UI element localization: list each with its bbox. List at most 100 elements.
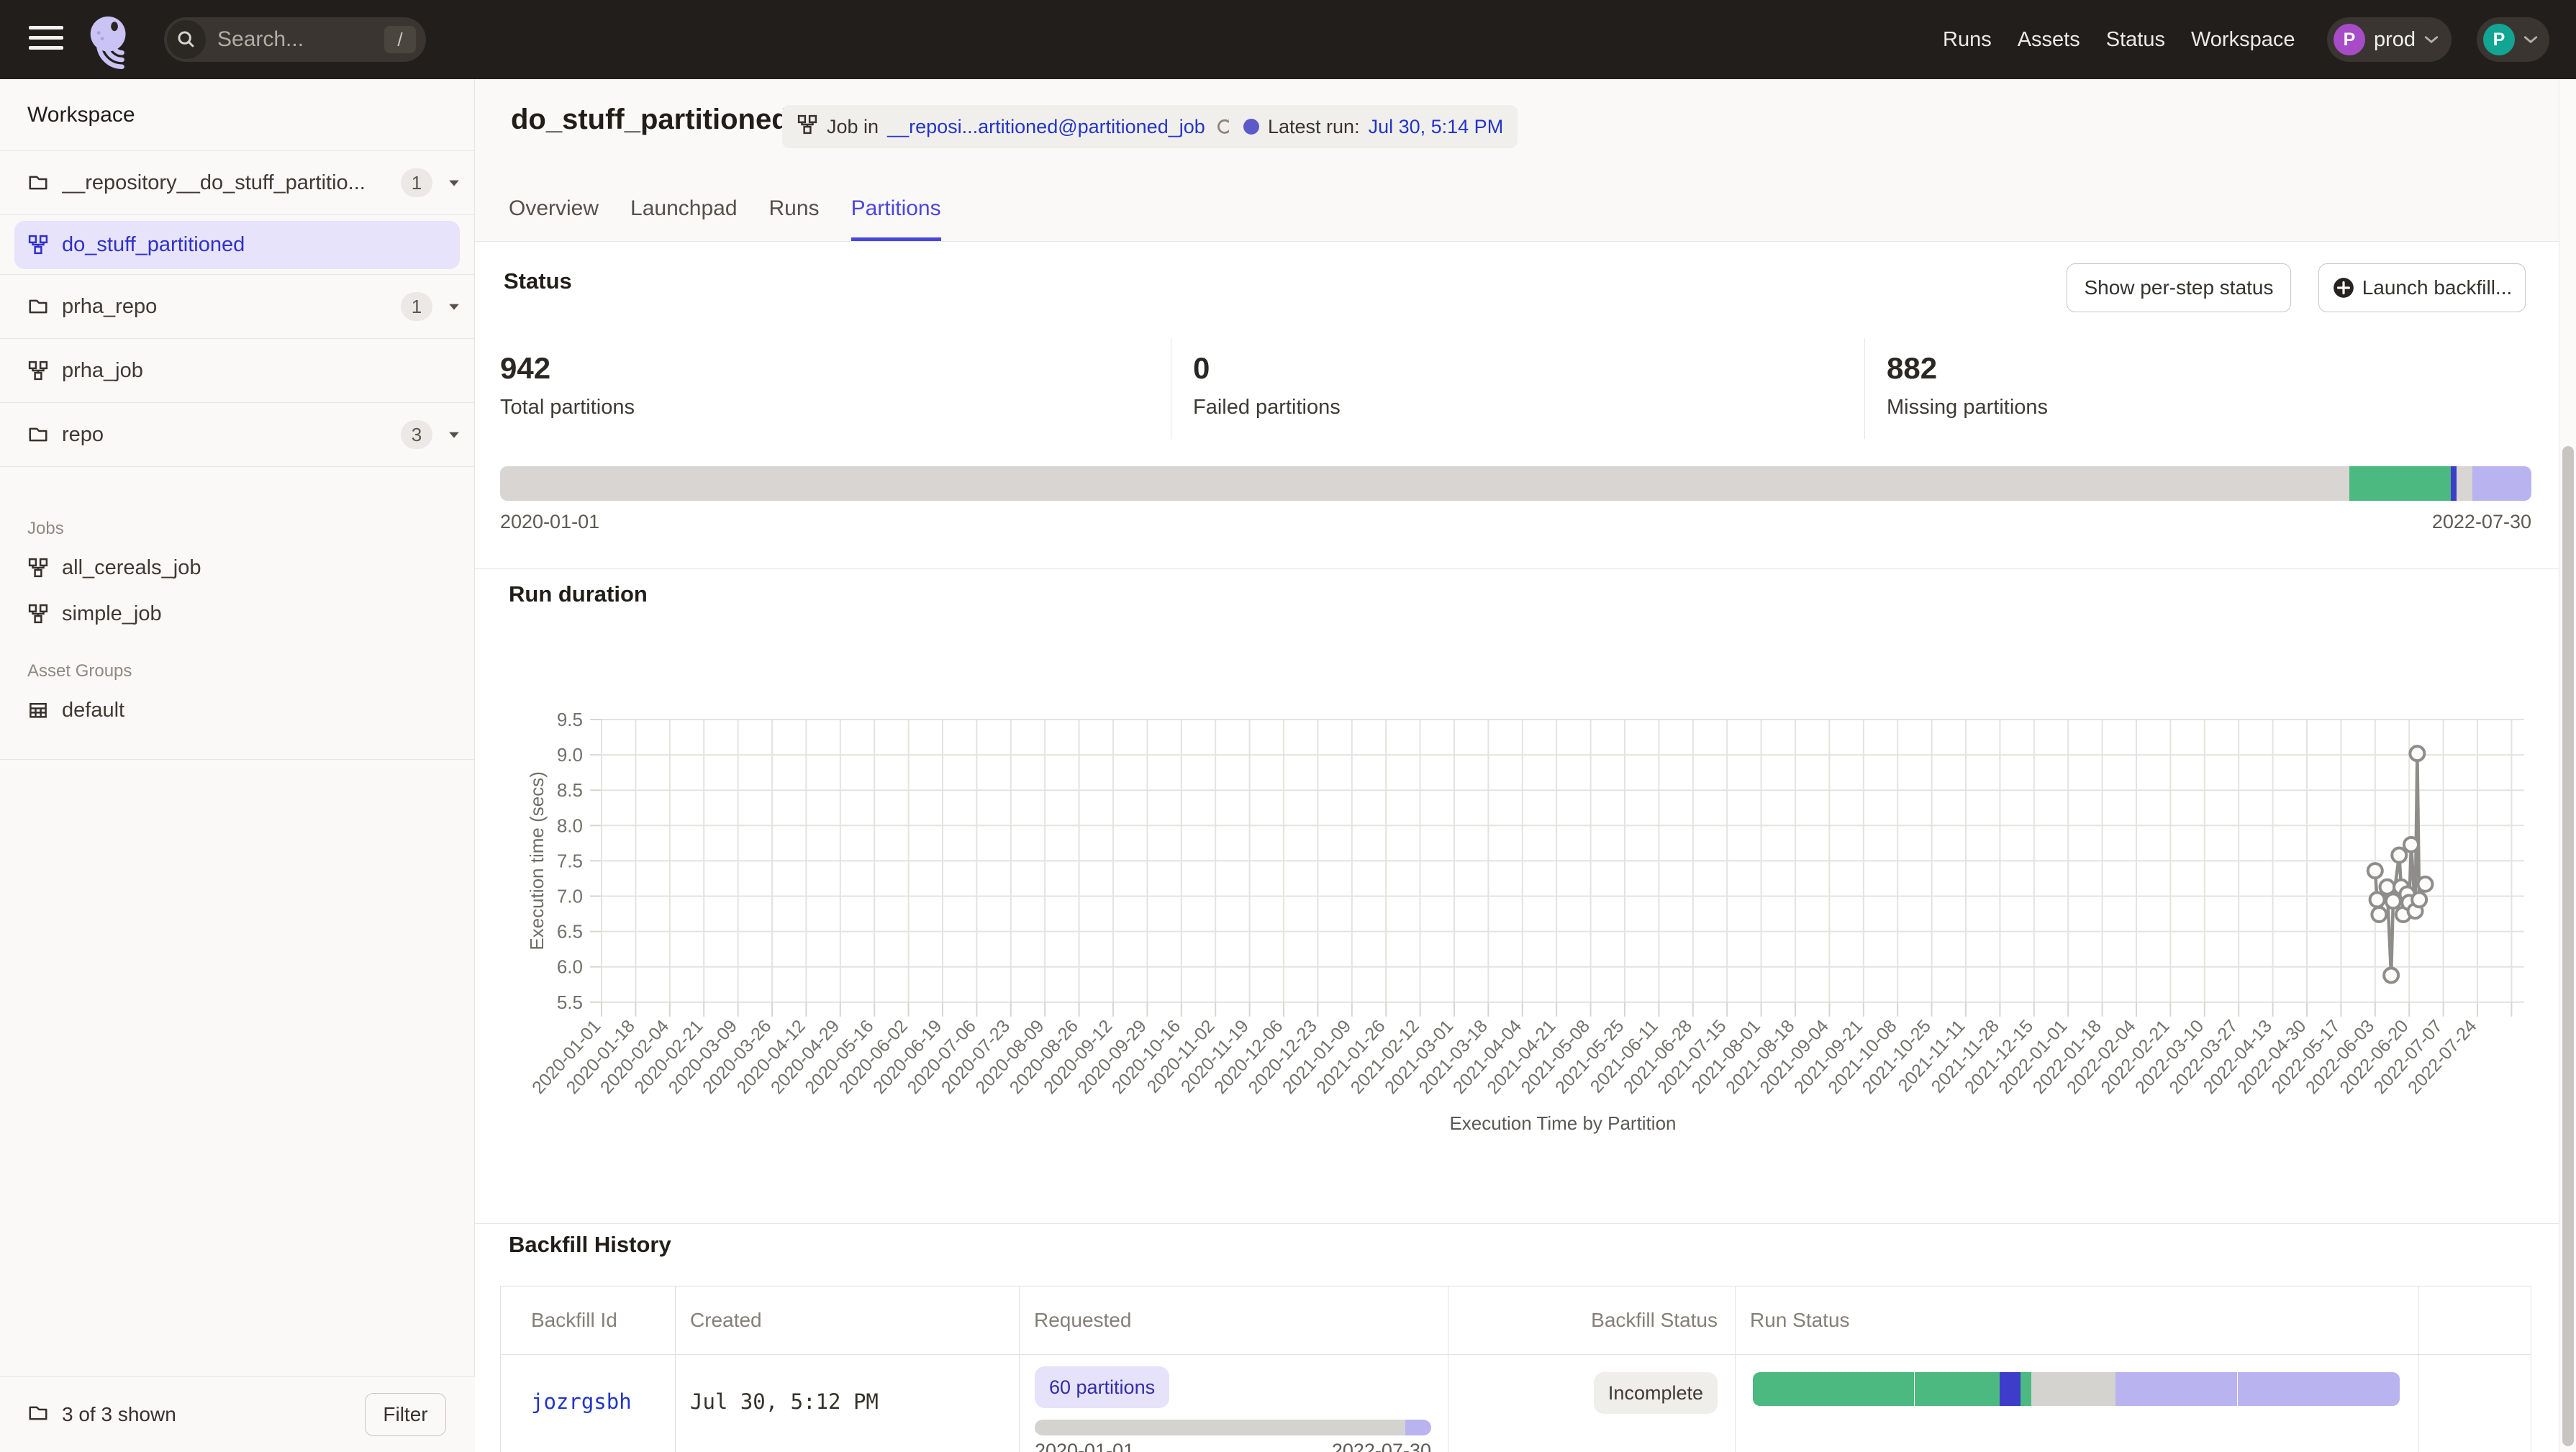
page-title: do_stuff_partitioned — [511, 104, 789, 136]
job-icon — [797, 114, 818, 135]
sidebar-item-label: do_stuff_partitioned — [62, 233, 245, 257]
sidebar-item-repo[interactable]: repo3 — [0, 403, 474, 467]
backfill-history-table: Backfill IdCreatedRequestedBackfill Stat… — [500, 1286, 2531, 1452]
partition-end-date: 2022-07-30 — [2432, 511, 2531, 533]
requested-end-date: 2022-07-30 — [1332, 1440, 1431, 1452]
show-per-step-status-button[interactable]: Show per-step status — [2067, 263, 2291, 312]
stat-label: Total partitions — [500, 396, 635, 419]
backfill-history-heading: Backfill History — [509, 1232, 671, 1258]
sidebar-item-all_cereals_job[interactable]: all_cereals_job — [0, 545, 474, 591]
count-badge: 1 — [401, 292, 432, 321]
shown-count-label: 3 of 3 shown — [62, 1403, 365, 1426]
sidebar-item-label: __repository__do_stuff_partitio... — [62, 171, 366, 195]
top-nav: Runs Assets Status Workspace — [1943, 0, 2295, 79]
sidebar-item-default[interactable]: default — [0, 687, 474, 733]
launch-backfill-button[interactable]: Launch backfill... — [2318, 263, 2526, 312]
partition-status-bar[interactable] — [500, 466, 2531, 501]
caret-down-icon — [448, 178, 460, 187]
bar-segment — [2115, 1372, 2237, 1406]
main-content: do_stuff_partitioned Job in __reposi...a… — [475, 79, 2559, 1452]
column-header-requested: Requested — [1020, 1287, 1448, 1354]
bar-segment — [2457, 466, 2473, 501]
sidebar-item-label: repo — [62, 423, 104, 447]
sidebar-item-label: default — [62, 699, 124, 722]
requested-date-range: 2020-01-01 2022-07-30 — [1035, 1440, 1431, 1452]
cell-actions — [2419, 1355, 2531, 1452]
deployment-switcher[interactable]: P prod — [2327, 17, 2452, 62]
folder-icon — [27, 296, 49, 317]
section-label-asset-groups: Asset Groups — [27, 661, 474, 681]
requested-start-date: 2020-01-01 — [1035, 1440, 1134, 1452]
backfill-id-link[interactable]: jozrgsbh — [531, 1389, 632, 1414]
run-status-bar[interactable] — [1753, 1372, 2400, 1406]
nav-item-status[interactable]: Status — [2106, 28, 2165, 52]
stat-value: 942 — [500, 351, 635, 386]
bar-segment — [1405, 1420, 1431, 1435]
sidebar-item-prha_repo[interactable]: prha_repo1 — [0, 275, 474, 339]
sidebar-item-prha_job[interactable]: prha_job — [0, 339, 474, 403]
column-header-actions — [2419, 1287, 2531, 1354]
tab-launchpad[interactable]: Launchpad — [630, 191, 737, 242]
launch-backfill-label: Launch backfill... — [2362, 276, 2513, 299]
nav-item-assets[interactable]: Assets — [2018, 28, 2080, 52]
nav-item-workspace[interactable]: Workspace — [2191, 28, 2295, 52]
stat-value: 0 — [1193, 351, 1341, 386]
latest-run-tag: Latest run: Jul 30, 5:14 PM — [1229, 105, 1518, 148]
vertical-scrollbar[interactable] — [2559, 79, 2576, 1452]
workspace-list: __repository__do_stuff_partitio... 1 do_st… — [0, 151, 474, 467]
tab-bar: Overview Launchpad Runs Partitions — [509, 191, 941, 242]
count-badge: 1 — [401, 168, 432, 197]
cell-backfill-id: jozrgsbh — [501, 1355, 676, 1452]
requested-partitions-chip[interactable]: 60 partitions — [1035, 1366, 1169, 1408]
created-value: Jul 30, 5:12 PM — [690, 1389, 879, 1414]
tab-overview[interactable]: Overview — [509, 191, 599, 242]
section-label-jobs: Jobs — [27, 519, 474, 539]
status-heading: Status — [504, 268, 572, 294]
deployment-name: prod — [2374, 28, 2416, 52]
table-row: jozrgsbh Jul 30, 5:12 PM 60 partitions 2020… — [501, 1355, 2531, 1452]
cell-backfill-status: Incomplete — [1448, 1355, 1736, 1452]
job-icon — [27, 234, 49, 255]
run-duration-heading: Run duration — [509, 581, 648, 607]
menu-icon[interactable] — [29, 26, 63, 53]
search-box[interactable]: / — [164, 17, 426, 62]
tab-runs[interactable]: Runs — [769, 191, 820, 242]
tab-partitions[interactable]: Partitions — [851, 191, 941, 242]
latest-run-link[interactable]: Jul 30, 5:14 PM — [1369, 116, 1504, 138]
nav-item-runs[interactable]: Runs — [1943, 28, 1992, 52]
dagster-logo-icon[interactable] — [83, 12, 140, 71]
sidebar-item-simple_job[interactable]: simple_job — [0, 591, 474, 637]
svg-text:6.0: 6.0 — [557, 956, 583, 978]
svg-text:7.5: 7.5 — [557, 850, 583, 871]
job-tag-prefix: Job in — [827, 116, 879, 138]
job-icon — [27, 557, 49, 578]
stat-total-partitions: 942 Total partitions — [500, 351, 635, 419]
partition-stats: 942Total partitions0Failed partitions882… — [475, 338, 2559, 439]
sidebar-item-__repository__do_stuff_partitio...[interactable]: __repository__do_stuff_partitio... 1 — [0, 151, 474, 215]
user-avatar: P — [2483, 24, 2515, 55]
partition-bar-dates: 2020-01-01 2022-07-30 — [500, 511, 2531, 533]
column-header-created: Created — [676, 1287, 1020, 1354]
sidebar-title: Workspace — [0, 79, 474, 151]
asset-group-icon — [27, 699, 49, 721]
run-duration-chart[interactable]: 9.59.08.58.07.57.06.56.05.52020-01-01202… — [475, 626, 2559, 1230]
caret-down-icon — [448, 430, 460, 439]
bar-segment — [2238, 1372, 2400, 1406]
scrollbar-thumb[interactable] — [2562, 446, 2574, 1446]
svg-text:9.0: 9.0 — [557, 744, 583, 766]
sidebar-item-do_stuff_partitioned[interactable]: do_stuff_partitioned — [14, 221, 460, 269]
filter-button[interactable]: Filter — [365, 1393, 446, 1436]
cell-requested: 60 partitions 2020-01-01 2022-07-30 — [1020, 1355, 1448, 1452]
bar-segment — [500, 466, 2349, 501]
search-input[interactable] — [216, 27, 355, 53]
svg-text:8.0: 8.0 — [557, 815, 583, 836]
backfill-status-badge: Incomplete — [1594, 1372, 1718, 1414]
user-menu[interactable]: P — [2477, 17, 2549, 62]
stats-divider — [1864, 338, 1865, 439]
job-origin-link[interactable]: __reposi...artitioned@partitioned_job — [887, 116, 1205, 138]
dagster-app: / Runs Assets Status Workspace P prod P Wor… — [0, 0, 2576, 1452]
sidebar-footer: 3 of 3 shown Filter — [0, 1376, 475, 1452]
bar-segment — [1035, 1420, 1405, 1435]
plus-circle-icon — [2332, 276, 2355, 299]
folder-icon — [27, 1402, 49, 1424]
